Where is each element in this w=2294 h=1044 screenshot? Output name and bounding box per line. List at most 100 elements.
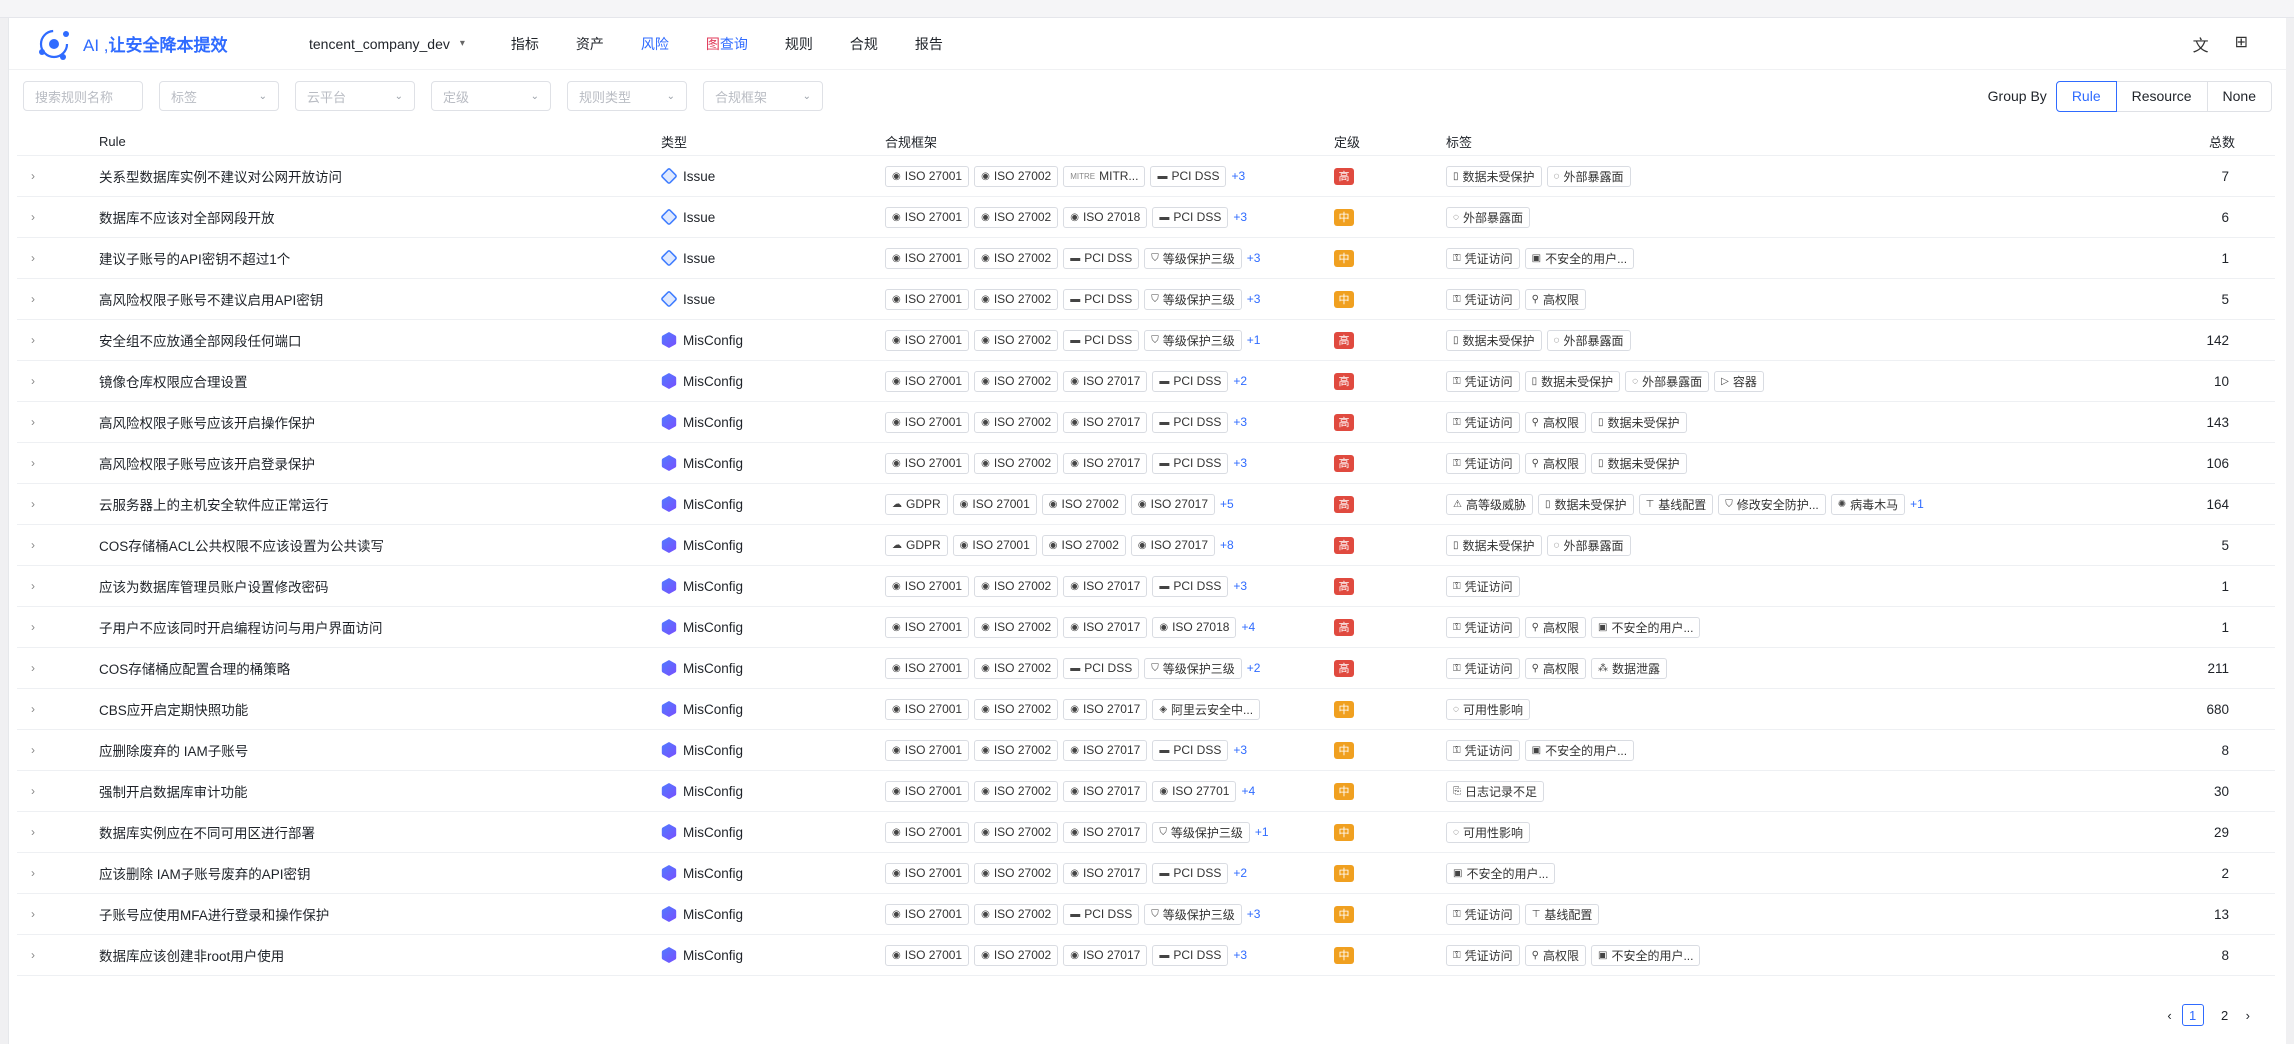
compliance-chip[interactable]: ◉ ISO 27017 [1063,616,1148,638]
tag-chip[interactable]: ⚿ 凭证访问 [1446,452,1520,474]
tag-chip[interactable]: ⚿ 凭证访问 [1446,411,1520,433]
group-by-none-button[interactable]: None [2206,80,2272,112]
compliance-more[interactable]: +5 [1220,497,1234,511]
group-by-resource-button[interactable]: Resource [2115,80,2208,112]
compliance-chip[interactable]: MITRE MITR... [1063,165,1146,187]
col-compliance[interactable]: 合规框架 [885,132,1334,151]
rule-name[interactable]: 安全组不应放通全部网段任何端口 [99,330,661,350]
compliance-more[interactable]: +2 [1233,866,1247,880]
compliance-chip[interactable]: ◉ ISO 27017 [1063,862,1148,884]
tag-chip[interactable]: ⚲ 高权限 [1524,944,1586,966]
compliance-chip[interactable]: ◉ ISO 27017 [1063,411,1148,433]
expand-chevron-icon[interactable]: › [17,497,99,511]
table-row[interactable]: › 高风险权限子账号应该开启操作保护 MisConfig ◉ ISO 27001 ◉ ISO… [17,402,2275,443]
rule-name[interactable]: 数据库应该创建非root用户使用 [99,945,661,965]
compliance-chip[interactable]: ▬ PCI DSS [1063,247,1140,269]
compliance-chip[interactable]: ◉ ISO 27001 [885,698,970,720]
compliance-chip[interactable]: ⛉ 等级保护三级 [1144,657,1242,679]
compliance-chip[interactable]: ◈ 阿里云安全中... [1152,698,1261,720]
compliance-more[interactable]: +8 [1220,538,1234,552]
tag-chip[interactable]: ▣ 不安全的用户... [1524,247,1635,269]
tag-chip[interactable]: ⁂ 数据泄露 [1590,657,1667,679]
nav-item-3[interactable]: 图查询 [688,34,767,54]
compliance-chip[interactable]: ▬ PCI DSS [1152,944,1229,966]
compliance-chip[interactable]: ▬ PCI DSS [1063,329,1140,351]
compliance-chip[interactable]: ☁ GDPR [885,493,948,515]
tag-chip[interactable]: ◌ 外部暴露面 [1546,165,1631,187]
nav-item-1[interactable]: 资产 [558,34,623,54]
tag-chip[interactable]: ▣ 不安全的用户... [1590,944,1701,966]
prev-page-icon[interactable]: ‹ [2167,1008,2171,1023]
expand-chevron-icon[interactable]: › [17,374,99,388]
table-row[interactable]: › 数据库应该创建非root用户使用 MisConfig ◉ ISO 27001 ◉ ISO… [17,935,2275,976]
compliance-chip[interactable]: ◉ ISO 27002 [974,370,1059,392]
compliance-chip[interactable]: ◉ ISO 27001 [885,739,970,761]
compliance-chip[interactable]: ▬ PCI DSS [1063,288,1140,310]
tag-chip[interactable]: ▷ 容器 [1714,370,1764,392]
tag-chip[interactable]: ⛉ 修改安全防护... [1718,493,1826,515]
col-level[interactable]: 定级 [1334,132,1446,151]
compliance-chip[interactable]: ▬ PCI DSS [1152,452,1229,474]
apps-grid-icon[interactable]: ⊞ [2235,32,2248,56]
compliance-chip[interactable]: ◉ ISO 27001 [885,165,970,187]
expand-chevron-icon[interactable]: › [17,538,99,552]
nav-item-6[interactable]: 报告 [897,34,962,54]
expand-chevron-icon[interactable]: › [17,661,99,675]
compliance-chip[interactable]: ◉ ISO 27001 [885,452,970,474]
compliance-chip[interactable]: ◉ ISO 27002 [974,288,1059,310]
compliance-chip[interactable]: ◉ ISO 27001 [885,821,970,843]
tag-chip[interactable]: ⚲ 高权限 [1524,288,1586,310]
compliance-more[interactable]: +3 [1233,210,1247,224]
compliance-chip[interactable]: ◉ ISO 27017 [1063,452,1148,474]
compliance-chip[interactable]: ◉ ISO 27001 [885,616,970,638]
compliance-chip[interactable]: ◉ ISO 27002 [974,821,1059,843]
table-row[interactable]: › 应该为数据库管理员账户设置修改密码 MisConfig ◉ ISO 27001 ◉ IS… [17,566,2275,607]
rule-name[interactable]: 镜像仓库权限应合理设置 [99,371,661,391]
table-row[interactable]: › 数据库实例应在不同可用区进行部署 MisConfig ◉ ISO 27001 ◉ ISO… [17,812,2275,853]
tag-chip[interactable]: ◌ 可用性影响 [1446,821,1530,843]
tag-chip[interactable]: ▯ 数据未受保护 [1590,411,1687,433]
rule-name[interactable]: COS存储桶ACL公共权限不应该设置为公共读写 [99,535,661,555]
tag-more[interactable]: +1 [1910,497,1924,511]
table-row[interactable]: › 云服务器上的主机安全软件应正常运行 MisConfig ☁ GDPR ◉ ISO 270… [17,484,2275,525]
compliance-more[interactable]: +2 [1247,661,1261,675]
tag-chip[interactable]: ◌ 外部暴露面 [1546,534,1631,556]
compliance-chip[interactable]: ◉ ISO 27002 [974,329,1059,351]
compliance-chip[interactable]: ◉ ISO 27001 [885,370,970,392]
group-by-rule-button[interactable]: Rule [2055,80,2117,112]
compliance-chip[interactable]: ◉ ISO 27002 [974,739,1059,761]
expand-chevron-icon[interactable]: › [17,333,99,347]
compliance-chip[interactable]: ▬ PCI DSS [1150,165,1227,187]
tag-chip[interactable]: ⚿ 凭证访问 [1446,616,1520,638]
next-page-icon[interactable]: › [2246,1008,2250,1023]
compliance-chip[interactable]: ◉ ISO 27001 [885,411,970,433]
table-row[interactable]: › 强制开启数据库审计功能 MisConfig ◉ ISO 27001 ◉ ISO 2700… [17,771,2275,812]
compliance-chip[interactable]: ⛉ 等级保护三级 [1144,329,1242,351]
compliance-chip[interactable]: ◉ ISO 27017 [1130,534,1215,556]
tag-chip[interactable]: ▣ 不安全的用户... [1524,739,1635,761]
compliance-chip[interactable]: ◉ ISO 27002 [974,411,1059,433]
rule-name[interactable]: 子用户不应该同时开启编程访问与用户界面访问 [99,617,661,637]
table-row[interactable]: › 应删除废弃的 IAM子账号 MisConfig ◉ ISO 27001 ◉ ISO 27… [17,730,2275,771]
table-row[interactable]: › 高风险权限子账号不建议启用API密钥 Issue ◉ ISO 27001 ◉ ISO 2… [17,279,2275,320]
nav-item-5[interactable]: 合规 [832,34,897,54]
rule-name[interactable]: 高风险权限子账号不建议启用API密钥 [99,289,661,309]
compliance-chip[interactable]: ◉ ISO 27002 [974,780,1059,802]
cloud-filter[interactable]: 云平台 ⌄ [295,81,415,111]
compliance-chip[interactable]: ⛉ 等级保护三级 [1144,288,1242,310]
rule-type-filter[interactable]: 规则类型 ⌄ [567,81,687,111]
compliance-chip[interactable]: ☁ GDPR [885,534,948,556]
compliance-chip[interactable]: ◉ ISO 27017 [1063,575,1148,597]
compliance-more[interactable]: +3 [1231,169,1245,183]
nav-item-4[interactable]: 规则 [767,34,832,54]
compliance-more[interactable]: +3 [1233,948,1247,962]
tag-chip[interactable]: ⚿ 凭证访问 [1446,944,1520,966]
compliance-more[interactable]: +3 [1233,579,1247,593]
rule-search-input[interactable]: 搜索规则名称 [23,81,143,111]
level-filter[interactable]: 定级 ⌄ [431,81,551,111]
compliance-chip[interactable]: ◉ ISO 27017 [1063,370,1148,392]
rule-name[interactable]: 关系型数据库实例不建议对公网开放访问 [99,166,661,186]
table-row[interactable]: › 高风险权限子账号应该开启登录保护 MisConfig ◉ ISO 27001 ◉ ISO… [17,443,2275,484]
table-row[interactable]: › 子账号应使用MFA进行登录和操作保护 MisConfig ◉ ISO 27001 ◉ I… [17,894,2275,935]
col-tags[interactable]: 标签 [1446,132,2146,151]
